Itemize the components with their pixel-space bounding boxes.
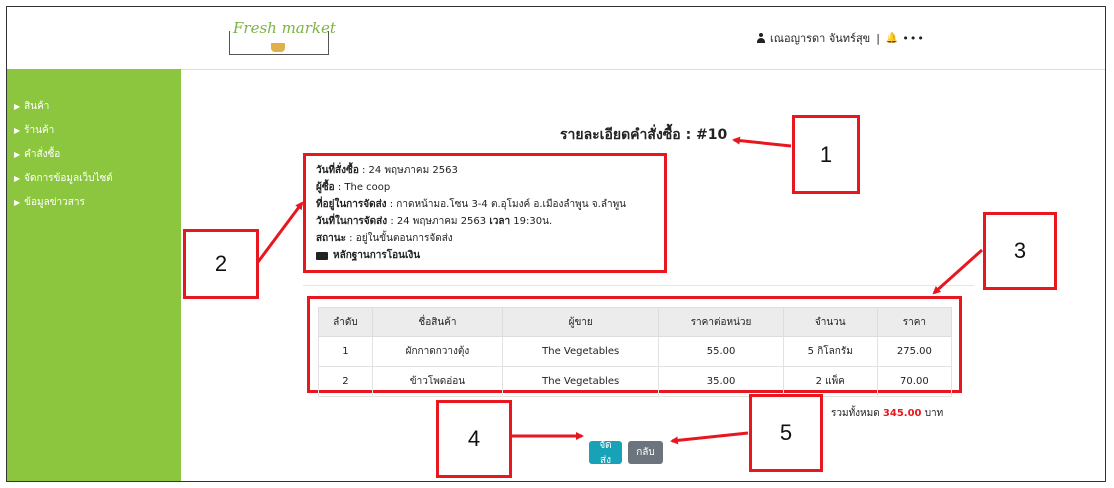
callout-5: 5 — [749, 394, 823, 472]
callout-1: 1 — [792, 115, 860, 194]
callout-4: 4 — [436, 400, 512, 478]
arrow-1 — [732, 136, 792, 148]
arrow-2 — [256, 201, 304, 263]
arrow-3 — [932, 248, 984, 295]
annotation-arrows — [256, 136, 984, 445]
arrow-5 — [670, 431, 749, 445]
callout-2: 2 — [183, 229, 259, 299]
callout-3: 3 — [983, 212, 1057, 290]
